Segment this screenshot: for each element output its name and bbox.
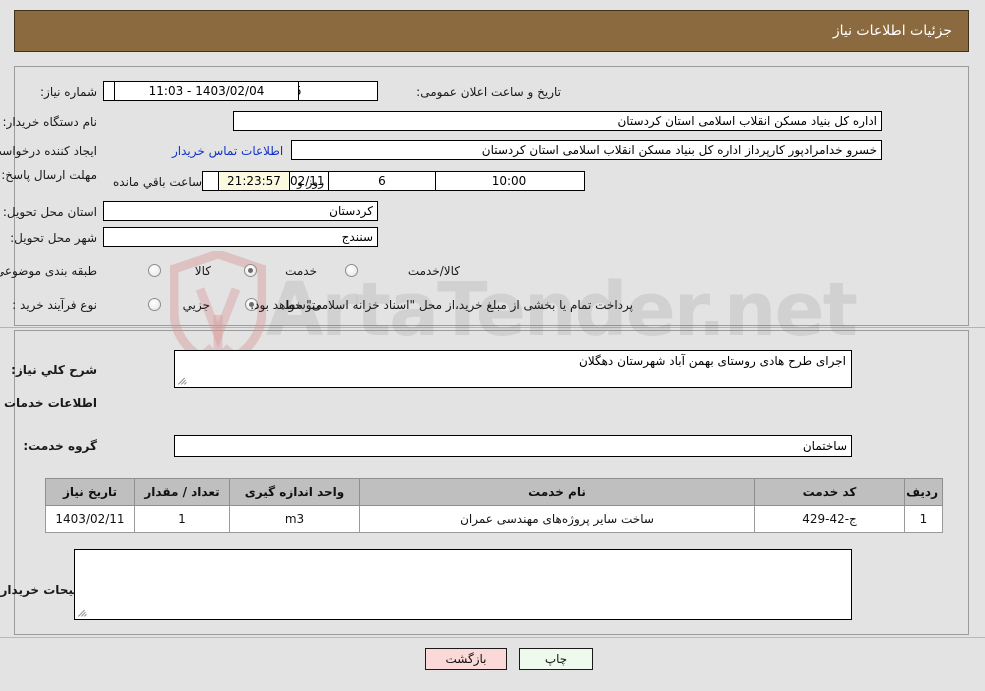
back-button[interactable]: بازگشت xyxy=(425,648,507,670)
col-need-date: تاریخ نیاز xyxy=(45,478,135,506)
radio-classification-goods-service[interactable] xyxy=(345,264,358,277)
table-header-row: ردیف کد خدمت نام خدمت واحد اندازه گیری ت… xyxy=(45,478,943,506)
page-header: جزئیات اطلاعات نیاز xyxy=(14,10,969,52)
summary-label: شرح کلي نیاز: xyxy=(11,363,97,377)
col-unit: واحد اندازه گیری xyxy=(229,478,360,506)
print-button[interactable]: چاپ xyxy=(519,648,593,670)
service-group-value: ساختمان xyxy=(174,435,852,457)
buyer-org-label: نام دستگاه خریدار: xyxy=(2,115,98,129)
summary-textarea[interactable]: اجرای طرح هادی روستای بهمن آباد شهرستان … xyxy=(174,350,852,388)
services-info-title: اطلاعات خدمات مورد نیاز xyxy=(0,396,97,410)
radio-classification-goods-service-label: کالا/خدمت xyxy=(407,264,460,278)
panel-divider xyxy=(0,327,985,328)
province-value: کردستان xyxy=(103,201,378,221)
cell-need-date: 1403/02/11 xyxy=(45,505,135,533)
requester-value: خسرو خدامرادپور کارپرداز اداره کل بنیاد … xyxy=(291,140,882,160)
process-type-note: پرداخت تمام یا بخشی از مبلغ خرید،از محل … xyxy=(250,298,633,312)
cell-service-name: ساخت سایر پروژه‌های مهندسی عمران xyxy=(359,505,755,533)
col-service-name: نام خدمت xyxy=(359,478,755,506)
services-table: ردیف کد خدمت نام خدمت واحد اندازه گیری ت… xyxy=(45,478,943,533)
cell-service-code: ج-42-429 xyxy=(754,505,905,533)
announce-datetime-label: تاریخ و ساعت اعلان عمومی: xyxy=(416,85,561,99)
cell-row-number: 1 xyxy=(904,505,943,533)
buyer-notes-textarea[interactable] xyxy=(74,549,852,620)
classification-label: طبقه بندی موضوعی: xyxy=(0,264,97,278)
days-label: روز و xyxy=(297,175,324,189)
countdown-timer: 21:23:57 xyxy=(218,171,290,191)
city-label: شهر محل تحویل: xyxy=(10,231,97,245)
city-value: سنندج xyxy=(103,227,378,247)
footer-divider xyxy=(0,637,985,640)
cell-quantity: 1 xyxy=(134,505,230,533)
page-title: جزئیات اطلاعات نیاز xyxy=(832,23,952,39)
resize-grip-icon[interactable] xyxy=(77,607,88,618)
deadline-time-value: 10:00 xyxy=(433,171,585,191)
remaining-hours-label: ساعت باقي مانده xyxy=(113,175,203,189)
radio-classification-goods-label: کالا xyxy=(194,264,211,278)
col-row-number: ردیف xyxy=(904,478,943,506)
announce-datetime-value: 1403/02/04 - 11:03 xyxy=(114,81,299,101)
buyer-contact-link[interactable]: اطلاعات تماس خریدار xyxy=(172,144,283,158)
remaining-days-value: 6 xyxy=(328,171,436,191)
radio-classification-service-label: خدمت xyxy=(285,264,317,278)
deadline-label: مهلت ارسال پاسخ: تا تاریخ: xyxy=(0,168,97,182)
requester-label: ایجاد کننده درخواست: xyxy=(0,144,97,158)
radio-classification-goods[interactable] xyxy=(148,264,161,277)
radio-process-minor-label: جزیي xyxy=(182,298,210,312)
cell-unit: m3 xyxy=(229,505,360,533)
radio-process-minor[interactable] xyxy=(148,298,161,311)
summary-text: اجرای طرح هادی روستای بهمن آباد شهرستان … xyxy=(579,354,846,368)
col-service-code: کد خدمت xyxy=(754,478,905,506)
radio-classification-service[interactable] xyxy=(244,264,257,277)
main-info-panel xyxy=(14,66,969,326)
service-group-label: گروه خدمت: xyxy=(23,439,97,453)
resize-grip-icon[interactable] xyxy=(177,375,188,386)
need-number-label: شماره نیاز: xyxy=(40,85,97,99)
col-quantity: تعداد / مقدار xyxy=(134,478,230,506)
process-type-label: نوع فرآیند خرید : xyxy=(12,298,97,312)
buyer-org-value: اداره کل بنیاد مسکن انقلاب اسلامی استان … xyxy=(233,111,882,131)
table-row: 1 ج-42-429 ساخت سایر پروژه‌های مهندسی عم… xyxy=(45,505,943,533)
province-label: استان محل تحویل: xyxy=(2,205,97,219)
